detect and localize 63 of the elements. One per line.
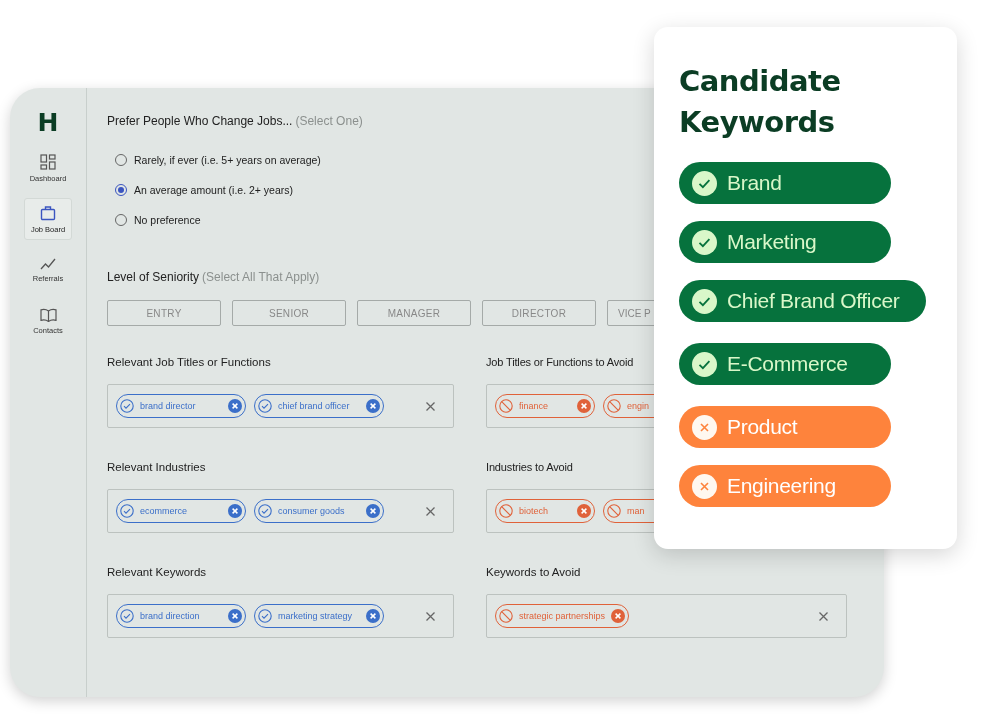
tag-input-field[interactable]: ecommerce consumer goods [107,489,454,533]
ban-icon [499,609,513,623]
seniority-button[interactable]: ENTRY [107,300,221,326]
book-icon [39,307,57,322]
check-circle-icon [120,504,134,518]
card-title: Candidate Keywords [679,63,842,141]
field-label: Keywords to Avoid [486,566,582,578]
close-icon[interactable] [819,611,828,621]
ban-icon [607,399,621,413]
radio-option[interactable]: An average amount (i.e. 2+ years) [115,181,294,199]
remove-icon[interactable] [577,399,591,413]
trend-line-icon [40,257,56,270]
check-circle-icon [258,399,272,413]
field-label: Relevant Job Titles or Functions [107,356,272,368]
remove-icon[interactable] [228,504,242,518]
seniority-button[interactable]: SENIOR [232,300,346,326]
section-title: Prefer People Who Change Jobs... [107,114,293,128]
tag-input-field[interactable]: strategic partnerships [486,594,847,638]
cross-icon [692,473,717,499]
field-label: Industries to Avoid [486,461,574,473]
check-icon [692,170,717,196]
logo: H [37,108,59,137]
remove-icon[interactable] [228,399,242,413]
check-circle-icon [258,504,272,518]
section-hint: (Select One) [295,114,363,128]
remove-icon[interactable] [366,399,380,413]
remove-icon[interactable] [228,609,242,623]
field-label: Job Titles or Functions to Avoid [486,356,635,368]
ban-icon [499,399,513,413]
keyword-pill: E-Commerce [679,343,891,385]
briefcase-icon [40,204,56,221]
check-circle-icon [258,609,272,623]
keyword-pill: Chief Brand Officer [679,280,926,322]
check-icon [692,229,717,255]
keyword-pill: Product [679,406,891,448]
section-hint: (Select All That Apply) [202,270,320,284]
radio-option[interactable]: No preference [115,211,201,229]
remove-icon[interactable] [366,609,380,623]
tag-input-field[interactable]: brand direction marketing strategy [107,594,454,638]
close-icon[interactable] [426,401,435,411]
seniority-button[interactable]: DIRECTOR [482,300,596,326]
tag-input-field[interactable]: brand director chief brand officer [107,384,454,428]
remove-icon[interactable] [611,609,626,623]
field-label: Relevant Industries [107,461,207,473]
ban-icon [607,504,621,518]
cross-icon [692,414,717,440]
grid-icon [40,153,56,170]
seniority-button[interactable]: MANAGER [357,300,471,326]
section-title: Level of Seniority [107,270,200,284]
radio-option[interactable]: Rarely, if ever (i.e. 5+ years on average) [115,151,321,169]
keyword-pill: Marketing [679,221,891,263]
remove-icon[interactable] [577,504,591,518]
keyword-pill: Engineering [679,465,891,507]
field-label: Relevant Keywords [107,566,208,578]
check-circle-icon [120,609,134,623]
check-circle-icon [120,399,134,413]
check-icon [692,288,717,314]
keyword-pill: Brand [679,162,891,204]
close-icon[interactable] [426,611,435,621]
close-icon[interactable] [426,506,435,516]
remove-icon[interactable] [366,504,380,518]
check-icon [692,351,717,377]
ban-icon [499,504,513,518]
